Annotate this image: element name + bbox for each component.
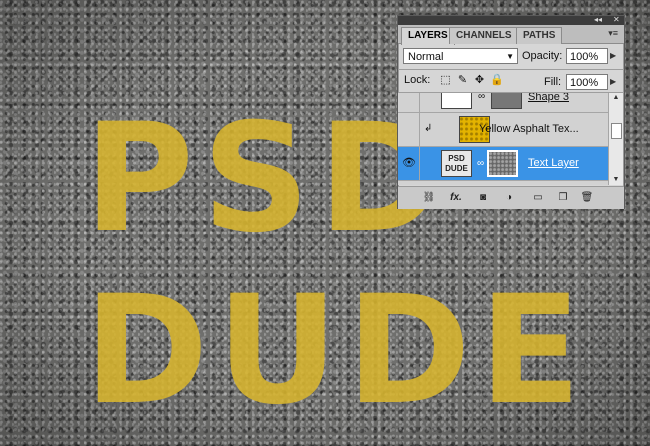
layers-panel: ◂◂ ✕ LAYERS CHANNELS PATHS ▾≡ Normal ▼ O… <box>397 15 625 209</box>
lock-label: Lock: <box>404 74 431 86</box>
layer-thumbnail: PSD DUDE <box>441 150 472 177</box>
opacity-arrow-icon[interactable]: ▶ <box>610 48 619 64</box>
layers-scrollbar[interactable]: ▲ ▼ <box>608 93 623 185</box>
lock-image-icon[interactable]: ✎ <box>456 74 469 87</box>
add-mask-icon[interactable]: ◙ <box>476 191 490 205</box>
scroll-down-icon[interactable]: ▼ <box>609 175 623 185</box>
eye-column-divider <box>419 113 420 146</box>
new-layer-icon[interactable]: ❐ <box>556 191 570 205</box>
link-layers-icon[interactable]: ⛓ <box>422 191 436 205</box>
layer-name[interactable]: Text Layer <box>528 157 579 169</box>
tab-channels[interactable]: CHANNELS <box>449 27 519 44</box>
blend-mode-select[interactable]: Normal ▼ <box>403 48 518 64</box>
panel-footer: ⛓ fx. ◙ ◑ ▭ ❐ 🗑 <box>398 186 624 209</box>
eye-column-divider <box>419 147 420 180</box>
fx-icon[interactable]: fx. <box>446 191 466 205</box>
tab-layers[interactable]: LAYERS <box>401 27 455 45</box>
panel-tab-bar: LAYERS CHANNELS PATHS ▾≡ <box>398 25 624 45</box>
visibility-toggle-empty[interactable] <box>401 122 417 136</box>
scroll-thumb[interactable] <box>611 123 622 139</box>
layer-row-yellow-asphalt[interactable]: ↲ Yellow Asphalt Tex... <box>398 113 608 147</box>
lock-all-icon[interactable]: 🔒 <box>490 74 504 87</box>
layer-row-text-layer[interactable]: 👁 PSD DUDE ∞ Text Layer <box>398 147 608 181</box>
tab-paths[interactable]: PATHS <box>516 27 563 44</box>
new-group-icon[interactable]: ▭ <box>531 191 545 205</box>
lock-transparency-icon[interactable]: ⬚ <box>439 74 452 87</box>
fill-label: Fill: <box>544 76 562 88</box>
visibility-toggle-empty[interactable] <box>401 93 417 102</box>
scroll-up-icon[interactable]: ▲ <box>609 93 623 103</box>
trash-icon[interactable]: 🗑 <box>580 191 594 205</box>
layer-thumbnail <box>441 93 472 109</box>
fill-input[interactable]: 100% <box>566 74 608 90</box>
panel-menu-icon[interactable]: ▾≡ <box>608 28 618 39</box>
chain-link-icon[interactable]: ∞ <box>477 158 484 169</box>
opacity-label: Opacity: <box>522 50 563 62</box>
fill-arrow-icon[interactable]: ▶ <box>610 74 619 90</box>
layer-name[interactable]: Shape 3 <box>528 93 569 103</box>
layer-row-shape-3[interactable]: ∞ Shape 3 <box>398 93 608 113</box>
eye-column-divider <box>419 93 420 112</box>
divider <box>398 69 624 70</box>
vector-mask-thumbnail <box>491 93 522 109</box>
stencil-text-line-1: PSD <box>84 92 451 266</box>
panel-titlebar: ◂◂ ✕ <box>398 15 624 25</box>
layer-mask-thumbnail[interactable] <box>487 150 518 177</box>
layer-name[interactable]: Yellow Asphalt Tex... <box>479 123 579 135</box>
chain-link-icon: ∞ <box>478 93 486 102</box>
adjustment-layer-icon[interactable]: ◑ <box>502 191 516 205</box>
stencil-text-line-2: DUDE <box>84 264 590 438</box>
blend-mode-value: Normal <box>408 51 444 63</box>
opacity-input[interactable]: 100% <box>566 48 608 64</box>
chevron-down-icon: ▼ <box>506 52 514 61</box>
eye-icon[interactable]: 👁 <box>401 156 417 170</box>
clipping-mask-icon: ↲ <box>424 123 433 134</box>
layers-list: ∞ Shape 3 ↲ Yellow Asphalt Tex... 👁 PSD … <box>398 93 608 185</box>
lock-position-icon[interactable]: ✥ <box>473 74 486 87</box>
